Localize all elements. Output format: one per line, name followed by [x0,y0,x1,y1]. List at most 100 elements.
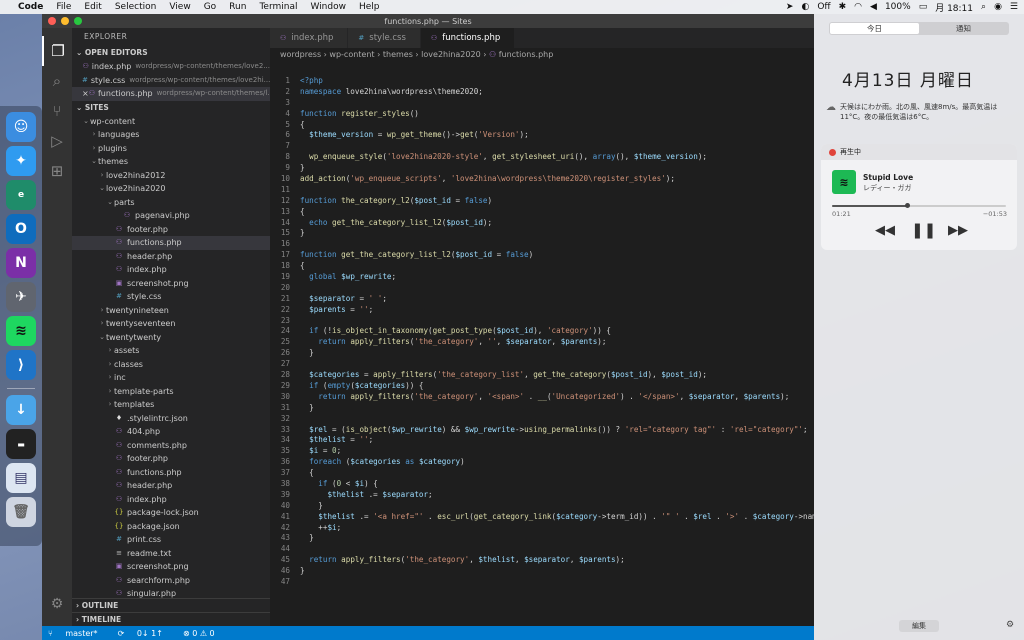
breadcrumb-item[interactable]: functions.php [499,50,554,59]
menu-go[interactable]: Go [204,2,216,12]
tab-index-php[interactable]: ⚇ index.php [270,28,349,48]
code-line[interactable]: 1 <?php [270,76,814,87]
menu-help[interactable]: Help [359,2,380,12]
outlook-icon[interactable]: O [6,214,36,244]
tree-file[interactable]: ⚇ searchform.php [72,574,270,588]
open-editor-item[interactable]: × ⚇ functions.php wordpress/wp-content/them… [72,87,270,101]
tree-folder[interactable]: › languages [72,128,270,142]
tree-folder[interactable]: › inc [72,371,270,385]
downloads-folder-icon[interactable]: ↓ [6,395,36,425]
menu-file[interactable]: File [56,2,71,12]
trash-icon[interactable]: 🗑 [6,497,36,527]
sync-status[interactable]: Off [817,2,830,12]
volume-icon[interactable]: ◀ [870,2,877,12]
code-line[interactable]: 28 $categories = apply_filters('the_cate… [270,370,814,381]
code-line[interactable]: 21 $separator = ' '; [270,294,814,305]
code-line[interactable]: 14 echo get_the_category_list_l2($post_i… [270,218,814,229]
breadcrumb-item[interactable]: wp-content [329,50,374,59]
tree-file[interactable]: ⚇ header.php [72,479,270,493]
spotify-album-icon[interactable]: ≋ [832,170,856,194]
tree-file[interactable]: {} package-lock.json [72,506,270,520]
code-line[interactable]: 6 $theme_version = wp_get_theme()->get('… [270,130,814,141]
timeline-header[interactable]: › TIMELINE [72,612,270,626]
code-line[interactable]: 23 [270,316,814,327]
code-line[interactable]: 32 [270,414,814,425]
code-line[interactable]: 19 global $wp_rewrite; [270,272,814,283]
launchpad-icon[interactable]: ✈ [6,282,36,312]
code-line[interactable]: 39 $thelist .= $separator; [270,490,814,501]
open-editors-header[interactable]: ⌄ OPEN EDITORS [72,46,270,60]
code-line[interactable]: 22 $parents = ''; [270,305,814,316]
tree-file[interactable]: ⚇ comments.php [72,439,270,453]
tab-today[interactable]: 今日 [830,23,919,34]
onenote-icon[interactable]: N [6,248,36,278]
fast-forward-icon[interactable]: ▶▶ [948,223,968,238]
edge-beta-icon[interactable]: e [6,180,36,210]
code-line[interactable]: 42 ++$i; [270,523,814,534]
tree-folder[interactable]: ⌄ wp-content [72,115,270,129]
code-line[interactable]: 29 if (empty($categories)) { [270,381,814,392]
tree-file[interactable]: ≡ readme.txt [72,547,270,561]
spotify-window-icon[interactable]: ▬ [6,429,36,459]
tree-file[interactable]: ▣ screenshot.png [72,277,270,291]
menu-run[interactable]: Run [229,2,246,12]
code-line[interactable]: 10 add_action('wp_enqueue_scripts', 'love… [270,174,814,185]
code-line[interactable]: 41 $thelist .= '<a href="' . esc_url(get… [270,512,814,523]
code-line[interactable]: 18 { [270,261,814,272]
location-icon[interactable]: ➤ [786,2,794,12]
menu-view[interactable]: View [169,2,190,12]
code-line[interactable]: 4 function register_styles() [270,109,814,120]
explorer-icon[interactable]: ❐ [42,36,72,66]
code-line[interactable]: 26 } [270,348,814,359]
code-line[interactable]: 47 [270,577,814,588]
tree-file[interactable]: ⚇ pagenavi.php [72,209,270,223]
close-icon[interactable]: × [82,87,89,101]
tree-file[interactable]: ⚇ functions.php [72,236,270,250]
code-line[interactable]: 40 } [270,501,814,512]
tree-folder[interactable]: ⌄ twentytwenty [72,331,270,345]
code-line[interactable]: 3 [270,98,814,109]
spotlight-icon[interactable]: ⌕ [981,2,986,12]
tab-functions-php[interactable]: ⚇ functions.php [420,28,516,48]
code-line[interactable]: 13 { [270,207,814,218]
code-line[interactable]: 8 wp_enqueue_style('love2hina2020-style'… [270,152,814,163]
zoom-window-button[interactable] [74,17,82,25]
open-editor-item[interactable]: ⚇ index.php wordpress/wp-content/themes/lo… [72,60,270,74]
problems-indicator[interactable]: ⊗ 0 ⚠ 0 [183,629,215,638]
minimize-window-button[interactable] [61,17,69,25]
code-line[interactable]: 34 $thelist = ''; [270,435,814,446]
sync-icon[interactable]: ◐ [801,2,809,12]
menu-edit[interactable]: Edit [84,2,101,12]
app-menu[interactable]: Code [18,2,43,12]
tree-file[interactable]: {} package.json [72,520,270,534]
rewind-icon[interactable]: ◀◀ [875,223,895,238]
code-line[interactable]: 36 foreach ($categories as $category) [270,457,814,468]
code-line[interactable]: 35 $i = 0; [270,446,814,457]
breadcrumb-item[interactable]: themes [383,50,413,59]
tree-file[interactable]: ⚇ index.php [72,263,270,277]
breadcrumb-item[interactable]: wordpress [280,50,321,59]
playback-progress[interactable] [832,203,1006,208]
tree-folder[interactable]: › assets [72,344,270,358]
tree-folder[interactable]: ⌄ themes [72,155,270,169]
outline-header[interactable]: › OUTLINE [72,598,270,612]
tree-file[interactable]: # style.css [72,290,270,304]
playback-scrubber[interactable] [904,203,910,208]
open-editor-item[interactable]: # style.css wordpress/wp-content/themes/lo… [72,74,270,88]
settings-gear-icon[interactable]: ⚙ [42,596,72,612]
nc-settings-icon[interactable]: ⚙ [1006,620,1014,630]
breadcrumb-item[interactable]: love2hina2020 [421,50,481,59]
code-line[interactable]: 30 return apply_filters('the_category', … [270,392,814,403]
tree-file[interactable]: ⚇ 404.php [72,425,270,439]
source-control-icon[interactable]: ⑂ [42,96,72,126]
code-line[interactable]: 33 $rel = (is_object($wp_rewrite) && $wp… [270,425,814,436]
tree-folder[interactable]: ⌄ parts [72,196,270,210]
branch-indicator[interactable]: ⑂ master* [48,629,108,638]
wifi-icon[interactable]: ◠ [854,2,862,12]
battery-percent[interactable]: 100% [885,2,911,12]
sites-header[interactable]: ⌄ SITES [72,101,270,115]
pause-icon[interactable]: ❚❚ [911,221,936,239]
run-debug-icon[interactable]: ▷ [42,126,72,156]
code-line[interactable]: 27 [270,359,814,370]
code-line[interactable]: 5{ [270,120,814,131]
